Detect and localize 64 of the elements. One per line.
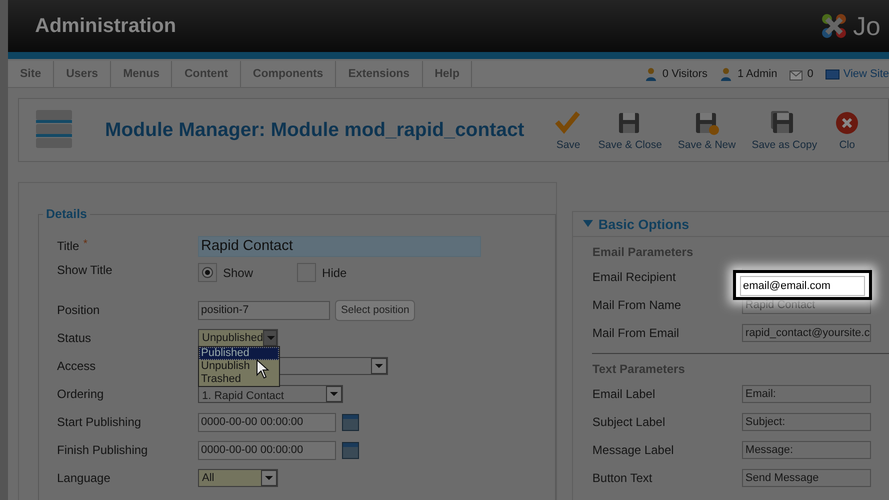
menu-item[interactable]: Users [54, 61, 112, 87]
text-field[interactable]: Email: [742, 385, 872, 403]
text-field[interactable]: position-7 [198, 300, 330, 320]
radio-label: Hide [322, 266, 347, 280]
admin-title: Administration [35, 14, 176, 38]
page-title: Module Manager: Module mod_rapid_contact [105, 118, 524, 142]
logo-text: Jo [853, 10, 882, 42]
field-label: Ordering [57, 387, 104, 401]
logo-icon [819, 11, 849, 41]
field-label: Access [57, 359, 96, 373]
text-field[interactable]: Subject: [742, 413, 872, 431]
dropdown[interactable]: 1. Rapid Contact [198, 385, 343, 403]
field-label: Message Label [592, 443, 675, 457]
menu-item[interactable]: Extensions [336, 61, 423, 87]
field-label: Email Recipient [592, 270, 677, 284]
fieldset-legend: Details [43, 207, 90, 221]
text-field[interactable]: rapid_contact@yoursite.c [742, 324, 872, 342]
dropdown[interactable]: All [198, 469, 278, 487]
status-text: 1 Admin [737, 68, 778, 80]
field-label: Email Label [592, 387, 656, 401]
field-label: Finish Publishing [57, 443, 148, 457]
select-position-button[interactable]: Select position [335, 300, 416, 320]
status-text: 0 Visitors [662, 68, 708, 80]
required-marker: * [83, 238, 88, 250]
field-label: Show Title [57, 263, 112, 277]
menu-item[interactable]: Menus [111, 61, 172, 87]
menu-item[interactable]: Help [422, 61, 472, 87]
menu-item[interactable]: Components [240, 61, 336, 87]
toolbar-button[interactable]: Save [546, 110, 590, 150]
view-site-link[interactable]: View Site [843, 68, 889, 80]
section-title[interactable]: Basic Options [598, 216, 690, 232]
calendar-icon [342, 442, 359, 458]
radio-button[interactable] [198, 263, 217, 282]
field-label: Status [57, 331, 92, 345]
text-field[interactable]: Rapid Contact [198, 236, 481, 256]
text-field[interactable]: Send Message [742, 469, 872, 487]
radio-label: Show [223, 266, 254, 280]
close-button[interactable]: Clo [825, 110, 870, 150]
field-label: Title [57, 239, 80, 253]
field-label: Mail From Email [592, 326, 680, 340]
field-label: Start Publishing [57, 415, 142, 429]
cursor-icon [256, 359, 270, 379]
email-field[interactable]: email@email.com [740, 276, 865, 296]
toolbar-button[interactable]: Save as Copy [744, 110, 826, 150]
dropdown-option[interactable]: Trashed [199, 373, 279, 386]
menu-item[interactable]: Content [172, 61, 241, 87]
toolbar-button[interactable]: Save & New [670, 110, 744, 150]
text-field[interactable]: Message: [742, 441, 872, 459]
calendar-icon [342, 414, 359, 430]
toolbar-button[interactable]: Save & Close [590, 110, 670, 150]
field-label: Language [57, 471, 110, 485]
monitor-icon [825, 66, 840, 82]
status-text: 0 [807, 68, 814, 80]
field-label: Mail From Name [592, 298, 682, 312]
field-label: Subject Label [592, 415, 666, 429]
dropdown[interactable]: Unpublished [198, 329, 278, 347]
dropdown-option[interactable]: Published [199, 347, 279, 360]
date-field[interactable]: 0000-00-00 00:00:00 [198, 440, 336, 460]
date-field[interactable]: 0000-00-00 00:00:00 [198, 412, 336, 432]
dropdown-option[interactable]: Unpublish [199, 360, 279, 373]
field-label: Position [57, 303, 100, 317]
menu-item[interactable]: Site [8, 61, 54, 87]
field-label: Button Text [592, 471, 654, 485]
check-icon [554, 110, 582, 136]
